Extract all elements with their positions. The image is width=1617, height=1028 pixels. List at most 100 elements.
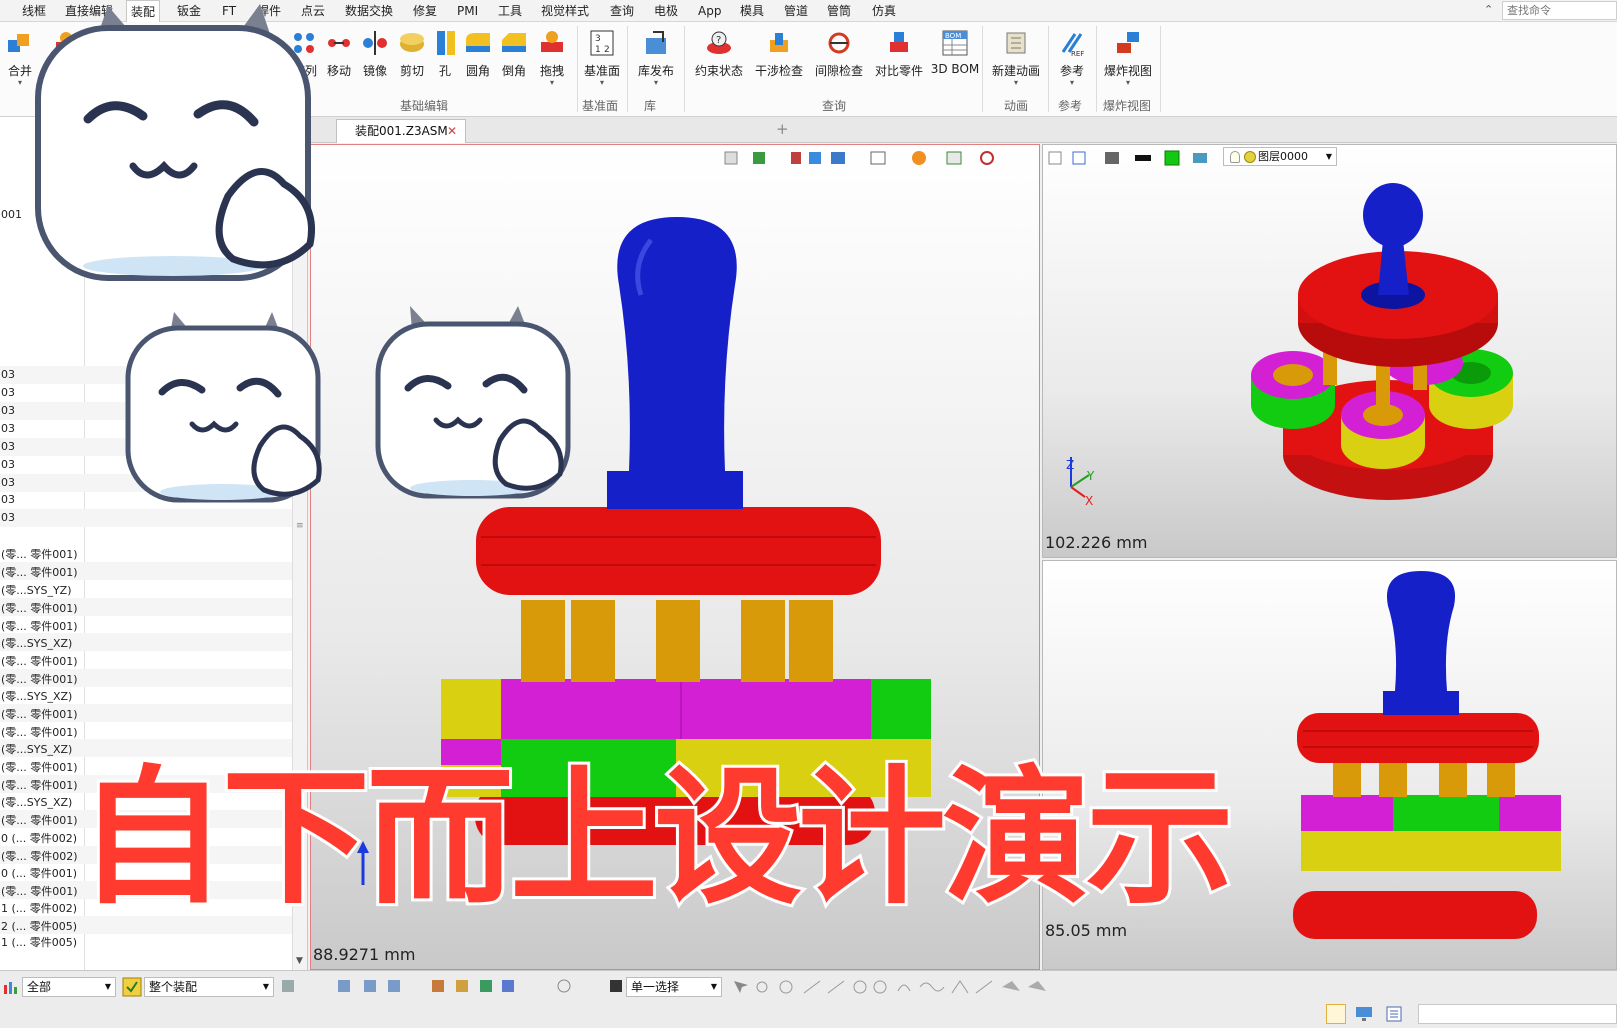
tree-row[interactable]: (零... 零件001) <box>0 722 292 740</box>
tree-row-label: 03 <box>1 458 15 471</box>
svg-text:REF: REF <box>1071 50 1084 58</box>
tree-row-label: (零... 零件001) <box>1 726 78 739</box>
new-animation-button[interactable]: 新建动画 ▾ <box>988 22 1044 96</box>
bom-icon: BOM <box>942 30 968 56</box>
chevron-down-icon: ▼ <box>104 982 111 991</box>
menu-simulation[interactable]: 仿真 <box>872 2 896 20</box>
rod <box>741 600 785 682</box>
menu-app[interactable]: App <box>698 2 721 20</box>
collapse-ribbon-icon[interactable]: ⌃ <box>1484 3 1493 16</box>
axis-x-label: X <box>1085 494 1093 508</box>
tree-row[interactable]: (零... 零件001) <box>0 616 292 634</box>
group-label-query: 查询 <box>822 99 847 113</box>
menu-query[interactable]: 查询 <box>610 2 634 20</box>
menu-piping[interactable]: 管道 <box>784 2 808 20</box>
tree-row-label: 0 (... 零件001) <box>1 867 78 880</box>
mascot-sticker-large <box>35 4 315 281</box>
clearance-check-button[interactable]: 间隙检查 <box>812 22 866 96</box>
drag-button[interactable]: 拖拽 ▾ <box>534 22 570 96</box>
tree-row-label: 03 <box>1 440 15 453</box>
filter-select[interactable]: 全部 ▼ <box>22 977 116 997</box>
tree-row[interactable]: (零... 零件001) <box>0 562 292 580</box>
tree-row[interactable]: (零...SYS_XZ) <box>0 633 292 651</box>
group-label-reference: 参考 <box>1058 99 1083 113</box>
selection-mode-value: 单一选择 <box>631 980 680 994</box>
status-input[interactable] <box>1418 1004 1617 1024</box>
tree-row-label: 03 <box>1 386 15 399</box>
tree-row[interactable]: (零... 零件001) <box>0 544 292 562</box>
tree-row-label: (零...SYS_XZ) <box>1 743 73 756</box>
cad-app-window: 线框 直接编辑 装配 钣金 FT 焊件 点云 数据交换 修复 PMI 工具 视觉… <box>0 0 1617 1028</box>
add-tab-button[interactable]: + <box>776 120 789 138</box>
library-publish-button[interactable]: 库发布 ▾ <box>632 22 680 96</box>
menu-data-exchange[interactable]: 数据交换 <box>345 2 393 20</box>
filter-select-value: 全部 <box>27 980 52 994</box>
snap-toolbar[interactable] <box>730 977 1060 997</box>
tree-row-label: (零... 零件001) <box>1 620 78 633</box>
tab-document[interactable]: 装配001.Z3ASM ✕ <box>336 119 466 143</box>
menu-pmi[interactable]: PMI <box>457 2 478 20</box>
chevron-down-icon: ▼ <box>262 982 269 991</box>
group-separator <box>627 26 628 112</box>
list-icon[interactable] <box>1384 1004 1404 1024</box>
scroll-grip-icon[interactable]: ≡ <box>296 521 304 531</box>
move-icon <box>328 39 350 47</box>
chamfer-button[interactable]: 倒角 <box>497 22 531 96</box>
tree-row[interactable]: 1 (... 零件005) <box>0 932 292 950</box>
tree-row[interactable]: 03 <box>0 509 292 527</box>
group-label-datum: 基准面 <box>582 99 619 113</box>
tree-row[interactable]: (零...SYS_XZ) <box>0 686 292 704</box>
cut-button[interactable]: 剪切 <box>395 22 429 96</box>
menu-mold[interactable]: 模具 <box>740 2 764 20</box>
tree-view-toggle-icon[interactable] <box>1326 1004 1346 1024</box>
tree-row[interactable]: (零... 零件001) <box>0 598 292 616</box>
group-label-animation: 动画 <box>1004 99 1029 113</box>
tree-row[interactable]: (零... 零件001) <box>0 704 292 722</box>
tree-row-label: (零... 零件001) <box>1 566 78 579</box>
axis-y-label: Y <box>1086 469 1095 483</box>
menu-electrode[interactable]: 电极 <box>654 2 678 20</box>
top-disc <box>476 507 881 595</box>
compare-parts-button[interactable]: 对比零件 <box>872 22 926 96</box>
overlay-title: 自下而上设计演示 <box>75 752 1237 924</box>
scroll-down-icon[interactable]: ▼ <box>296 956 303 966</box>
exploded-view-button[interactable]: 爆炸视图 ▾ <box>1100 22 1156 96</box>
svg-text:3: 3 <box>595 34 601 44</box>
group-label-exploded-view: 爆炸视图 <box>1103 99 1152 113</box>
interference-check-button[interactable]: 干涉检查 <box>752 22 806 96</box>
3d-bom-button[interactable]: BOM 3D BOM <box>930 22 980 96</box>
tree-row-label: 0 (... 零件002) <box>1 832 78 845</box>
scope-select[interactable]: 整个装配 ▼ <box>144 977 274 997</box>
svg-text:1: 1 <box>595 45 601 55</box>
datum-plane-icon: 31 2 <box>590 30 614 56</box>
scope-select-value: 整个装配 <box>149 980 198 994</box>
group-label-basic-edit: 基础编辑 <box>400 99 449 113</box>
isometric-viewport[interactable]: 图层0000 ▼ Z Y X 102.226 mm <box>1042 144 1617 558</box>
close-icon[interactable]: ✕ <box>447 120 457 142</box>
tree-row[interactable]: (零...SYS_YZ) <box>0 580 292 598</box>
menu-tubing[interactable]: 管筒 <box>827 2 851 20</box>
animation-icon <box>1006 32 1026 54</box>
selection-mode-select[interactable]: 单一选择 ▼ <box>626 977 722 997</box>
hole-button[interactable]: 孔 <box>432 22 458 96</box>
tree-row-label: 03 <box>1 368 15 381</box>
monitor-icon[interactable] <box>1354 1004 1374 1024</box>
constraint-status-button[interactable]: ? 约束状态 <box>692 22 746 96</box>
tree-row-label: (零... 零件001) <box>1 708 78 721</box>
handle-base <box>607 471 743 509</box>
compare-parts-icon <box>890 32 908 52</box>
command-search-input[interactable]: 查找命令 <box>1502 1 1617 20</box>
datum-plane-button[interactable]: 312 基准面 ▾ <box>580 22 624 96</box>
menu-tools[interactable]: 工具 <box>498 2 522 20</box>
tree-row-label: 03 <box>1 404 15 417</box>
menu-visual-style[interactable]: 视觉样式 <box>541 2 589 20</box>
tree-row[interactable]: (零... 零件001) <box>0 651 292 669</box>
reference-button[interactable]: REF 参考 ▾ <box>1052 22 1092 96</box>
tree-row-label: 03 <box>1 476 15 489</box>
axis-z-label: Z <box>1066 458 1074 472</box>
mirror-button[interactable]: 镜像 <box>358 22 392 96</box>
menu-repair[interactable]: 修复 <box>413 2 437 20</box>
tree-row-label: 03 <box>1 422 15 435</box>
tree-row[interactable]: (零... 零件001) <box>0 669 292 687</box>
fillet-button[interactable]: 圆角 <box>461 22 495 96</box>
